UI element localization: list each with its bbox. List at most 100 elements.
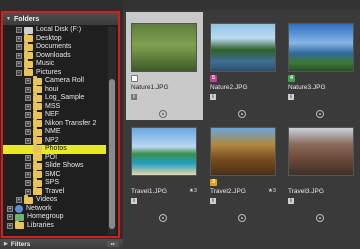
- photo-thumbnail[interactable]: [131, 127, 197, 176]
- tree-item[interactable]: + Slide Shows: [3, 161, 106, 171]
- expand-toggle-icon[interactable]: +: [25, 120, 31, 127]
- color-label-badge: [131, 75, 138, 82]
- thumbnail-filename: Travel1.JPG: [131, 188, 167, 195]
- expand-toggle-icon[interactable]: +: [25, 188, 31, 195]
- tree-item[interactable]: + NME: [3, 127, 106, 137]
- info-icon[interactable]: i: [210, 198, 216, 204]
- tree-item[interactable]: - Pictures: [3, 67, 106, 78]
- thumbnail-cell[interactable]: 3 Travel2.JPG ★3 i: [205, 116, 282, 224]
- collapse-triangle-icon[interactable]: ▼: [6, 16, 11, 22]
- folder-icon: [24, 42, 33, 51]
- expand-triangle-icon[interactable]: ▶: [4, 241, 8, 247]
- color-label-badge: 4: [288, 75, 295, 82]
- expand-toggle-icon[interactable]: +: [25, 103, 31, 110]
- expand-toggle-icon[interactable]: +: [7, 222, 13, 229]
- collapse-toggle-icon[interactable]: -: [16, 27, 22, 34]
- tree-item[interactable]: + Libraries: [3, 220, 106, 231]
- expand-toggle-icon[interactable]: +: [25, 180, 31, 187]
- info-icon[interactable]: i: [131, 94, 137, 100]
- tree-item[interactable]: + SPS: [3, 178, 106, 188]
- thumbnail-filename: Travel2.JPG: [210, 188, 246, 195]
- expand-toggle-icon[interactable]: +: [16, 35, 22, 42]
- folder-tree: - Local Disk (F:) + Desktop + Documents + Downl…: [3, 26, 106, 236]
- tree-item[interactable]: + Log_Sample: [3, 93, 106, 103]
- info-icon[interactable]: i: [288, 198, 294, 204]
- tree-item-label: Slide Shows: [45, 162, 84, 169]
- tree-item[interactable]: + SMC: [3, 169, 106, 180]
- tree-item-label: Network: [26, 204, 52, 212]
- tree-item[interactable]: + MSS: [3, 101, 106, 112]
- folder-icon: [33, 152, 42, 162]
- scrollbar-thumb[interactable]: [109, 79, 115, 229]
- tree-item-label: Pictures: [36, 68, 62, 76]
- expand-toggle-icon[interactable]: +: [25, 163, 31, 170]
- photo-thumbnail[interactable]: [210, 127, 276, 176]
- tree-item-label: Log_Sample: [45, 94, 85, 101]
- tree-item[interactable]: + Documents: [3, 42, 106, 52]
- expand-toggle-icon[interactable]: +: [16, 52, 22, 59]
- photo-thumbnail[interactable]: [288, 127, 354, 176]
- tree-item[interactable]: - Local Disk (F:): [3, 26, 106, 35]
- tree-item[interactable]: + Downloads: [3, 50, 106, 61]
- tree-item[interactable]: + NEF: [3, 110, 106, 120]
- tree-item[interactable]: + Camera Roll: [3, 76, 106, 86]
- expand-toggle-icon[interactable]: +: [25, 137, 31, 144]
- thumbnail-cell[interactable]: Travel3.JPG i: [283, 116, 360, 224]
- tree-item[interactable]: + Network: [3, 205, 106, 214]
- expand-toggle-icon[interactable]: +: [16, 197, 22, 204]
- info-icon[interactable]: i: [210, 94, 216, 100]
- photo-thumbnail[interactable]: [131, 23, 197, 72]
- folder-icon: [33, 76, 42, 85]
- tree-item[interactable]: + POI: [3, 152, 106, 163]
- tree-item-label: NEF: [45, 111, 59, 118]
- color-label-badge: 3: [210, 179, 217, 186]
- thumbnail-cell[interactable]: 4 Nature3.JPG i: [283, 12, 360, 120]
- filters-options-button[interactable]: ▸▸: [107, 241, 119, 247]
- expand-toggle-icon[interactable]: +: [7, 214, 13, 221]
- tree-item[interactable]: + houi: [3, 84, 106, 95]
- location-target-icon: [238, 214, 246, 222]
- folders-panel-header[interactable]: ▼ Folders: [3, 13, 118, 25]
- folder-tree-scrollbar[interactable]: [108, 27, 116, 235]
- network-icon: [15, 204, 23, 213]
- expand-toggle-icon[interactable]: +: [25, 112, 31, 119]
- folder-icon: [24, 50, 33, 60]
- tree-item-label: Downloads: [36, 51, 71, 59]
- expand-toggle-icon[interactable]: +: [25, 154, 31, 161]
- tree-item[interactable]: + Videos: [3, 195, 106, 205]
- tree-item[interactable]: + Music: [3, 59, 106, 69]
- expand-toggle-icon[interactable]: +: [25, 129, 31, 136]
- expand-toggle-icon[interactable]: +: [16, 44, 22, 51]
- filters-panel-header[interactable]: ▶ Filters ▸▸: [0, 239, 123, 249]
- folder-icon: [33, 169, 42, 179]
- drive-icon: [24, 26, 33, 34]
- thumbnail-cell[interactable]: 5 Nature2.JPG i: [205, 12, 282, 120]
- grid-top-band: [123, 0, 360, 10]
- folder-icon: [15, 220, 24, 230]
- tree-item[interactable]: + Desktop: [3, 33, 106, 44]
- tree-item-label: Homegroup: [27, 213, 64, 220]
- thumbnail-cell[interactable]: Nature1.JPG i: [126, 12, 203, 120]
- tree-item[interactable]: Photos: [3, 144, 106, 154]
- expand-toggle-icon[interactable]: +: [25, 86, 31, 93]
- info-icon[interactable]: i: [288, 94, 294, 100]
- collapse-toggle-icon[interactable]: -: [16, 69, 22, 76]
- expand-toggle-icon[interactable]: +: [25, 95, 31, 102]
- info-icon[interactable]: i: [131, 198, 137, 204]
- thumbnail-cell[interactable]: Travel1.JPG ★3 i: [126, 116, 203, 224]
- expand-toggle-icon[interactable]: +: [7, 205, 13, 212]
- expand-toggle-icon[interactable]: +: [25, 171, 31, 178]
- tree-item[interactable]: + NP2: [3, 135, 106, 146]
- folders-panel-title: Folders: [13, 15, 40, 23]
- photo-thumbnail[interactable]: [288, 23, 354, 72]
- expand-toggle-icon[interactable]: +: [25, 78, 31, 85]
- photo-thumbnail[interactable]: [210, 23, 276, 72]
- thumbnail-filename: Travel3.JPG: [288, 188, 324, 195]
- folder-icon: [24, 59, 33, 68]
- rating-indicator: ★3: [268, 188, 276, 194]
- expand-toggle-icon[interactable]: +: [16, 61, 22, 68]
- tree-item-label: NP2: [45, 136, 59, 144]
- folder-icon: [33, 144, 42, 153]
- tree-item[interactable]: + Nikon Transfer 2: [3, 118, 106, 129]
- tree-item[interactable]: + Travel: [3, 186, 106, 197]
